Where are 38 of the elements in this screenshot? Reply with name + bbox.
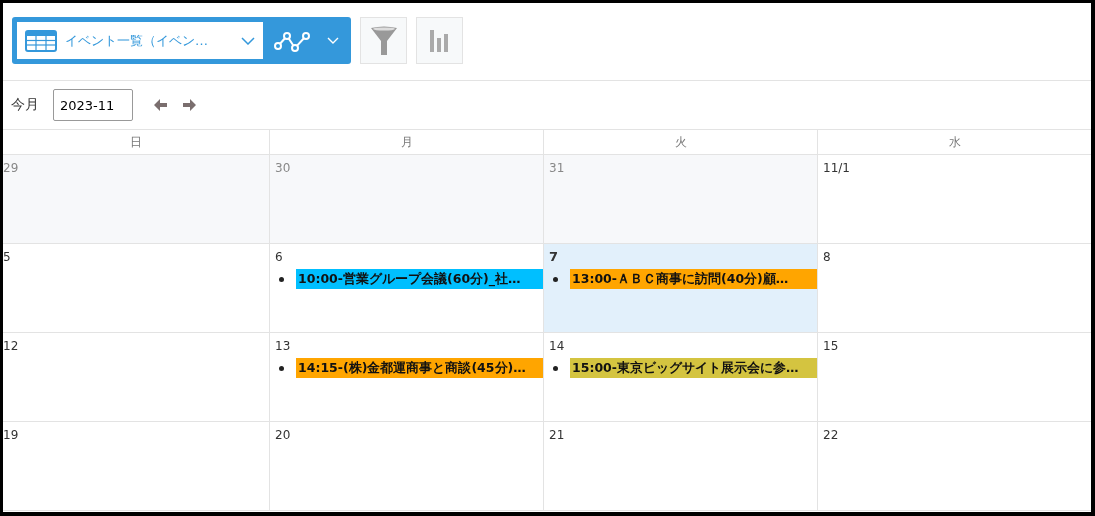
day-number: 5 [3,250,11,264]
day-number: 20 [275,428,291,442]
arrow-left-icon [153,99,167,111]
filter-icon [369,25,398,56]
bullet-icon [553,365,558,371]
day-number: 13 [275,339,291,353]
table-icon [25,29,57,52]
day-number: 8 [823,250,831,264]
chevron-down-icon [327,37,339,44]
calendar-event[interactable]: 14:15-(株)金都運商事と商談(45分)… [296,358,543,378]
arrow-right-icon [183,99,197,111]
day-number: 22 [823,428,839,442]
calendar-event[interactable]: 15:00-東京ビッグサイト展示会に参… [570,358,817,378]
chevron-down-icon [241,36,255,45]
month-field[interactable]: 2023-11 [53,89,133,121]
bullet-icon [279,276,284,282]
day-number: 31 [549,161,565,175]
line-graph-icon [273,29,313,52]
filter-button[interactable] [360,17,407,64]
bullet-icon [279,365,284,371]
day-number: 19 [3,428,19,442]
day-number: 11/1 [823,161,850,175]
day-number: 14 [549,339,565,353]
day-number: 7 [549,249,559,264]
day-number: 12 [3,339,19,353]
day-number: 21 [549,428,565,442]
calendar-event[interactable]: 10:00-営業グループ会議(60分)_社… [296,269,543,289]
weekday-header: 水 [818,130,1091,155]
calendar-event[interactable]: 13:00-ＡＢＣ商事に訪問(40分)顧… [570,269,817,289]
view-name: イベント一覧（イベン… [65,31,209,50]
bar-chart-icon [429,29,450,52]
day-number: 6 [275,250,283,264]
this-month-link[interactable]: 今月 [11,96,39,114]
chart-button[interactable] [416,17,463,64]
bullet-icon [553,276,558,282]
day-number: 29 [3,161,19,175]
day-number: 30 [275,161,291,175]
day-number: 15 [823,339,839,353]
